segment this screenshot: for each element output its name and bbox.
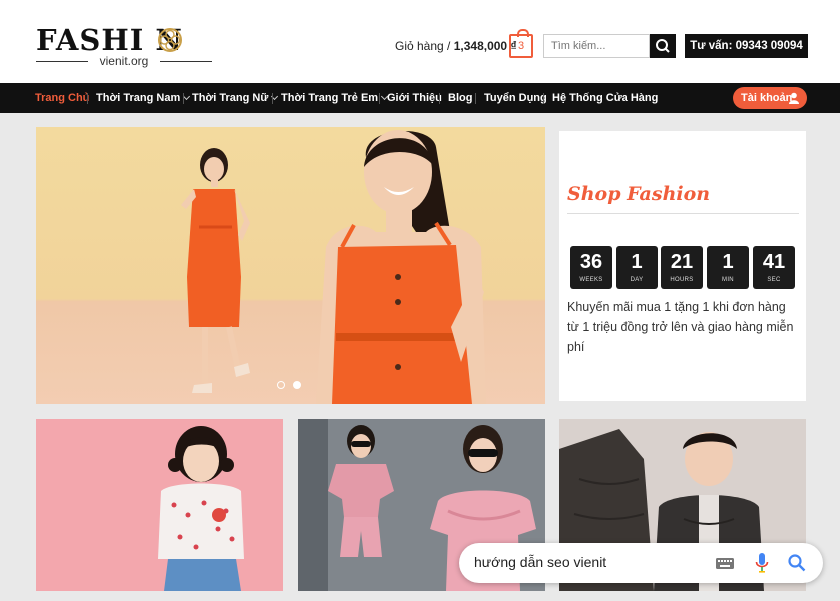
- promo-card: Shop Fashion 36 WEEKS 1 DAY 21 HOURS 1 M…: [559, 131, 806, 401]
- nav-separator: [543, 93, 544, 104]
- nav-item-men[interactable]: Thời Trang Nam: [96, 83, 191, 113]
- nav-separator: [183, 93, 184, 104]
- search-icon: [656, 39, 670, 53]
- cart-summary[interactable]: Giỏ hàng / 1,348,000 ₫: [395, 39, 517, 53]
- nav-separator: [439, 93, 440, 104]
- nav-separator: [272, 93, 273, 104]
- nav-item-careers[interactable]: Tuyển Dụng: [484, 83, 547, 113]
- countdown-value: 41: [762, 251, 786, 273]
- hero-slide-image: [181, 130, 486, 404]
- search-button[interactable]: [650, 34, 676, 58]
- hero-slider[interactable]: [36, 127, 545, 404]
- cart-bag-icon[interactable]: 3: [509, 29, 533, 58]
- nav-separator: [87, 93, 88, 104]
- hotline-button[interactable]: Tư vấn: 09343 09094: [685, 34, 808, 58]
- logo-divider-right: [160, 61, 212, 62]
- promo-description: Khuyến mãi mua 1 tặng 1 khi đơn hàng từ …: [567, 300, 794, 354]
- countdown-hours: 21 HOURS: [661, 246, 703, 289]
- account-button[interactable]: Tài khoản: [733, 87, 807, 109]
- slider-dot-active[interactable]: [293, 381, 301, 389]
- countdown-minutes: 1 MIN: [707, 246, 749, 289]
- countdown-unit: MIN: [722, 277, 734, 283]
- countdown-unit: WEEKS: [579, 277, 603, 283]
- google-search-bar[interactable]: hướng dẫn seo vienit: [459, 543, 823, 583]
- nav-item-women[interactable]: Thời Trang Nữ: [192, 83, 279, 113]
- main-nav: Trang Chủ Thời Trang Nam Thời Trang Nữ T…: [0, 83, 840, 113]
- countdown-unit: DAY: [630, 277, 644, 283]
- countdown-days: 1 DAY: [616, 246, 658, 289]
- countdown-value: 21: [670, 251, 694, 273]
- nav-separator: [475, 93, 476, 104]
- nav-item-label: Thời Trang Nữ: [192, 92, 269, 104]
- promo-divider: [567, 213, 799, 214]
- countdown-seconds: 41 SEC: [753, 246, 795, 289]
- logo-flower-icon: [158, 28, 182, 52]
- cart-label: Giỏ hàng /: [395, 39, 454, 53]
- google-search-query[interactable]: hướng dẫn seo vienit: [474, 554, 606, 570]
- nav-item-label: Thời Trang Trẻ Em: [281, 92, 379, 104]
- banner-kids[interactable]: [36, 419, 283, 591]
- account-label: Tài khoản: [741, 92, 793, 104]
- slider-dot[interactable]: [277, 381, 285, 389]
- cart-count: 3: [517, 40, 525, 52]
- site-logo[interactable]: FASHI N vienit.org: [36, 24, 216, 70]
- countdown-value: 1: [722, 251, 734, 273]
- nav-separator: [379, 93, 380, 104]
- banner-kids-image: [158, 426, 244, 591]
- countdown-value: 36: [579, 251, 603, 273]
- nav-item-blog[interactable]: Blog: [448, 83, 472, 113]
- search-icon[interactable]: [787, 553, 807, 573]
- keyboard-icon[interactable]: [716, 558, 734, 569]
- user-icon: [789, 92, 799, 104]
- countdown-unit: HOURS: [670, 277, 694, 283]
- nav-item-kids[interactable]: Thời Trang Trẻ Em: [281, 83, 389, 113]
- site-header: FASHI N vienit.org Giỏ hàng / 1,348,000 …: [0, 0, 840, 83]
- promo-title: Shop Fashion: [567, 183, 711, 205]
- cart-total: 1,348,000 ₫: [453, 39, 517, 53]
- chevron-down-icon: [183, 92, 191, 101]
- countdown-value: 1: [631, 251, 643, 273]
- microphone-icon[interactable]: [755, 553, 769, 573]
- search-input[interactable]: [543, 34, 650, 58]
- nav-item-home[interactable]: Trang Chủ: [35, 83, 89, 113]
- countdown-unit: SEC: [767, 277, 781, 283]
- countdown-weeks: 36 WEEKS: [570, 246, 612, 289]
- nav-item-label: Thời Trang Nam: [96, 92, 181, 104]
- nav-item-about[interactable]: Giới Thiệu: [387, 83, 442, 113]
- nav-item-stores[interactable]: Hệ Thống Cửa Hàng: [552, 83, 658, 113]
